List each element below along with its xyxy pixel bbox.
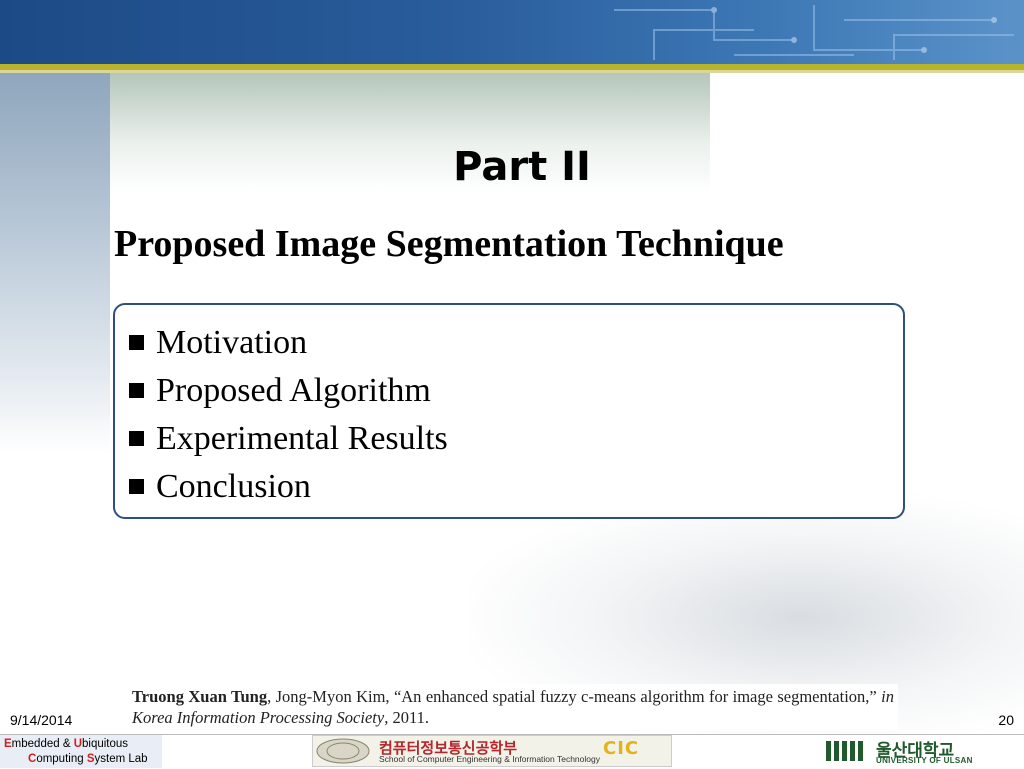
school-logo: 컴퓨터정보통신공학부 School of Computer Engineerin…: [312, 735, 672, 767]
agenda-item-label: Experimental Results: [156, 420, 448, 457]
agenda-item-proposed-algorithm: Proposed Algorithm: [129, 367, 903, 415]
slide-number: 20: [998, 712, 1014, 728]
agenda-item-experimental-results: Experimental Results: [129, 415, 903, 463]
slide-date: 9/14/2014: [10, 712, 73, 728]
monitor-image: [0, 73, 110, 453]
agenda-item-label: Motivation: [156, 324, 308, 361]
citation-reference: Truong Xuan Tung, Jong-Myon Kim, “An enh…: [128, 684, 898, 730]
agenda-list: Motivation Proposed Algorithm Experiment…: [115, 305, 903, 511]
university-emblem-icon: [826, 741, 863, 761]
square-bullet-icon: [129, 383, 144, 398]
university-logo: 울산대학교 UNIVERSITY OF ULSAN: [826, 737, 1018, 767]
section-subtitle: Proposed Image Segmentation Technique: [114, 223, 784, 265]
university-name-english: UNIVERSITY OF ULSAN: [876, 756, 973, 765]
agenda-item-label: Conclusion: [156, 468, 311, 505]
agenda-box: Motivation Proposed Algorithm Experiment…: [113, 303, 905, 519]
square-bullet-icon: [129, 479, 144, 494]
citation-year: , 2011.: [384, 708, 429, 727]
citation-author: Truong Xuan Tung: [132, 687, 268, 706]
square-bullet-icon: [129, 431, 144, 446]
agenda-item-motivation: Motivation: [129, 319, 903, 367]
school-name-english: School of Computer Engineering & Informa…: [379, 754, 600, 764]
lab-logo: Embedded & Ubiquitous Computing System L…: [0, 735, 162, 768]
agenda-item-label: Proposed Algorithm: [156, 372, 431, 409]
lab-logo-line1: Embedded & Ubiquitous: [4, 738, 129, 750]
lab-logo-line2: Computing System Lab: [28, 753, 148, 765]
part-title: Part II: [453, 144, 591, 190]
circuit-pattern: [614, 5, 1014, 60]
square-bullet-icon: [129, 335, 144, 350]
cic-mark: CIC: [603, 738, 640, 759]
agenda-item-conclusion: Conclusion: [129, 463, 903, 511]
citation-body: , Jong-Myon Kim, “An enhanced spatial fu…: [267, 687, 882, 706]
school-seal-icon: [316, 738, 370, 764]
